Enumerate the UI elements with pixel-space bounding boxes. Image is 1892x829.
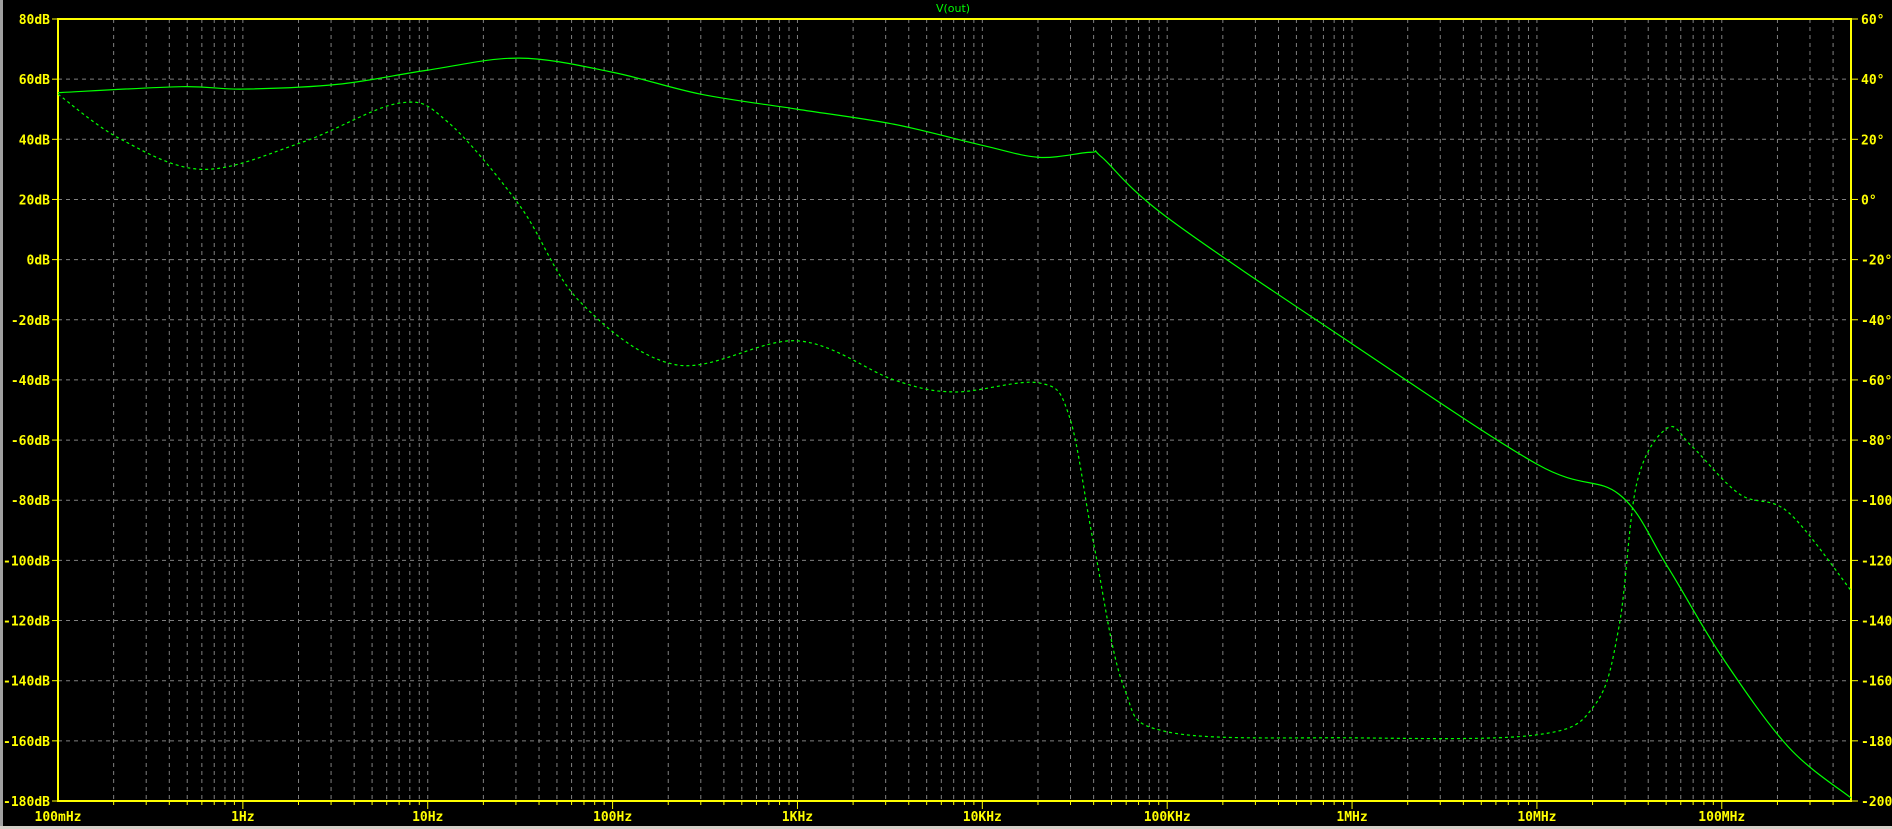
tick-labels: 80dB 60° 60dB 40° 40dB 20° 20dB 0° 0dB -20° -20dB -… xyxy=(3,13,1892,825)
y-right-tick-label: -160° xyxy=(1861,675,1892,690)
x-tick-label: 1Hz xyxy=(231,810,254,825)
bode-plot[interactable]: 80dB 60° 60dB 40° 40dB 20° 20dB 0° 0dB -20° -20dB -… xyxy=(0,0,1892,829)
phase-trace xyxy=(57,93,1852,740)
x-tick-label: 10KHz xyxy=(963,810,1002,825)
y-left-tick-label: -80dB xyxy=(11,494,50,509)
y-right-tick-label: -20° xyxy=(1861,254,1892,269)
y-right-tick-label: -40° xyxy=(1861,314,1892,329)
y-left-tick-label: 20dB xyxy=(19,193,50,208)
y-right-tick-label: 20° xyxy=(1861,133,1884,148)
x-tick-label: 10MHz xyxy=(1517,810,1556,825)
y-right-tick-label: -200° xyxy=(1861,795,1892,810)
y-left-tick-label: -60dB xyxy=(11,434,50,449)
x-tick-label: 100Hz xyxy=(593,810,632,825)
y-right-tick-label: -180° xyxy=(1861,735,1892,750)
y-right-tick-label: -140° xyxy=(1861,615,1892,630)
grid xyxy=(58,19,1851,801)
trace-title[interactable]: V(out) xyxy=(936,2,970,15)
traces xyxy=(57,57,1852,799)
y-right-tick-label: 60° xyxy=(1861,13,1884,28)
y-right-tick-label: 0° xyxy=(1861,193,1877,208)
y-right-tick-label: -120° xyxy=(1861,554,1892,569)
x-tick-label: 100MHz xyxy=(1698,810,1745,825)
y-left-tick-label: 60dB xyxy=(19,73,50,88)
y-left-tick-label: -120dB xyxy=(3,615,50,630)
magnitude-trace xyxy=(57,57,1852,799)
y-right-tick-label: -100° xyxy=(1861,494,1892,509)
y-left-tick-label: -100dB xyxy=(3,554,50,569)
x-tick-label: 1KHz xyxy=(782,810,813,825)
x-tick-label: 100mHz xyxy=(35,810,82,825)
y-left-tick-label: -20dB xyxy=(11,314,50,329)
y-left-tick-label: -180dB xyxy=(3,795,50,810)
y-left-tick-label: 0dB xyxy=(27,254,51,269)
axes xyxy=(52,18,1858,809)
y-left-tick-label: -160dB xyxy=(3,735,50,750)
x-tick-label: 100KHz xyxy=(1144,810,1191,825)
y-left-tick-label: 40dB xyxy=(19,133,50,148)
x-tick-label: 1MHz xyxy=(1336,810,1367,825)
y-right-tick-label: -80° xyxy=(1861,434,1892,449)
y-right-tick-label: 40° xyxy=(1861,73,1884,88)
y-right-tick-label: -60° xyxy=(1861,374,1892,389)
x-tick-label: 10Hz xyxy=(412,810,443,825)
plot-frame xyxy=(57,18,1852,802)
y-left-tick-label: 80dB xyxy=(19,13,50,28)
y-left-tick-label: -40dB xyxy=(11,374,50,389)
y-left-tick-label: -140dB xyxy=(3,675,50,690)
